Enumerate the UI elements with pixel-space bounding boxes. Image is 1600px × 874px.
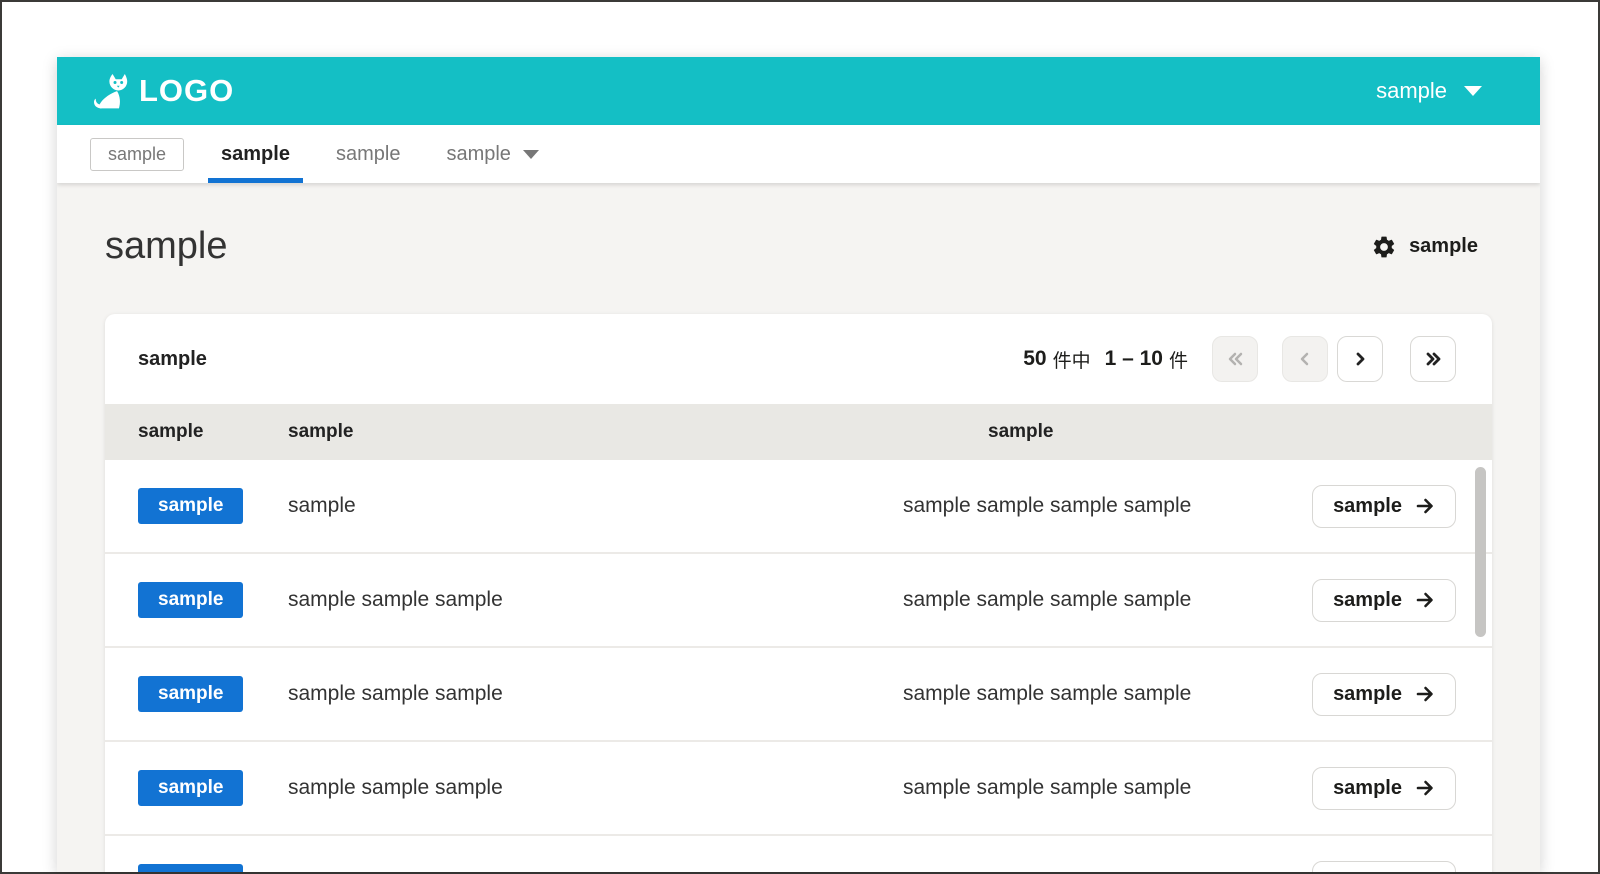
cat-icon [90,72,128,110]
name-cell: sample sample sample [288,776,503,799]
action-cell: sample [1312,766,1456,810]
arrow-right-icon [1415,778,1435,798]
action-cell: sample [1312,672,1456,716]
tab-1-active[interactable]: sample [208,125,303,183]
row-detail-label: sample [1333,871,1402,873]
description-cell: sample sample sample sample [903,682,1192,705]
chevrons-left-icon [1226,351,1245,367]
table-row: sample sample sample sample sample sampl… [105,554,1492,648]
status-badge: sample [138,582,244,618]
description-cell: sample sample sample sample [903,588,1192,611]
column-header-status: sample [138,421,204,442]
row-detail-button[interactable]: sample [1312,484,1456,528]
status-cell: sample [138,864,288,872]
pagination-total: 50 [1023,347,1047,370]
tab-3-label: sample [446,142,511,165]
status-cell: sample [138,676,288,712]
screenshot-frame: { "colors": { "brand_teal": "#14bfc5", "… [0,0,1600,874]
logo-text: LOGO [139,73,235,108]
chevrons-right-icon [1424,351,1443,367]
status-cell: sample [138,582,288,618]
chevron-right-icon [1352,351,1368,367]
name-cell: sample [288,494,356,517]
status-badge: sample [138,488,244,524]
page-content: sample sample sample 50 件中 1 – 10 件 samp… [57,183,1540,872]
user-menu[interactable]: sample [1376,78,1482,104]
arrow-right-icon [1415,590,1435,610]
description-cell: sample sample sample sample [903,776,1192,799]
name-cell: sample sample sample [288,870,903,872]
row-detail-button[interactable]: sample [1312,860,1456,873]
chevron-left-icon [1297,351,1313,367]
row-detail-button[interactable]: sample [1312,766,1456,810]
pagination-summary: 50 件中 1 – 10 件 [1023,346,1188,373]
action-cell: sample [1312,860,1456,873]
description-cell: sample sample sample sample [903,494,1192,517]
status-badge: sample [138,770,244,806]
status-badge: sample [138,676,244,712]
table-row: sample sample sample sample sample sampl… [105,460,1492,554]
name-cell: sample sample sample [288,588,503,611]
title-row: sample sample [105,225,1492,268]
logo[interactable]: LOGO [90,72,234,110]
next-page-button[interactable] [1337,336,1383,382]
prev-page-button[interactable] [1282,336,1328,382]
name-cell: sample sample sample [288,682,503,705]
pagination-total-unit: 件中 [1052,350,1091,372]
action-cell: sample [1312,484,1456,528]
tab-3-dropdown[interactable]: sample [433,125,551,183]
pagination-range-unit: 件 [1168,350,1188,372]
card-header: sample 50 件中 1 – 10 件 [105,314,1492,404]
caret-down-icon [1464,86,1482,96]
row-detail-label: sample [1333,588,1402,611]
table-header-row: sample sample sample [105,404,1492,460]
status-cell: sample [138,770,288,806]
pagination-range: 1 – 10 [1104,347,1163,370]
settings-link[interactable]: sample [1371,234,1478,260]
back-button[interactable]: sample [90,137,185,171]
last-page-button[interactable] [1410,336,1456,382]
row-detail-button[interactable]: sample [1312,578,1456,622]
app-window: LOGO sample sample sample sample sample … [57,57,1540,872]
caret-down-icon [522,149,539,159]
column-header-description: sample [988,421,1054,442]
table-row: sample sample sample sample sample sampl… [105,648,1492,742]
arrow-right-icon [1415,496,1435,516]
status-badge: sample [138,864,244,872]
table-row: sample sample sample sample sample sampl… [105,742,1492,836]
tab-bar: sample sample sample sample [57,125,1540,183]
first-page-button[interactable] [1212,336,1258,382]
user-menu-label: sample [1376,78,1447,103]
row-detail-button[interactable]: sample [1312,672,1456,716]
description-cell: sample sample sample sample [903,870,1293,872]
pagination: 50 件中 1 – 10 件 [1023,336,1456,382]
app-header: LOGO sample [57,57,1540,125]
action-cell: sample [1312,578,1456,622]
gear-icon [1371,234,1397,260]
page-title: sample [105,225,228,267]
row-detail-label: sample [1333,682,1402,705]
column-header-name: sample [288,421,354,442]
card-title: sample [138,347,207,370]
list-card: sample 50 件中 1 – 10 件 sample sample samp… [105,314,1492,872]
arrow-right-icon [1415,684,1435,704]
status-cell: sample [138,488,288,524]
table-body: sample sample sample sample sample sampl… [105,460,1492,872]
table-scrollbar-thumb[interactable] [1475,467,1486,637]
row-detail-label: sample [1333,776,1402,799]
settings-label: sample [1409,235,1478,257]
tab-2[interactable]: sample [323,125,413,183]
row-detail-label: sample [1333,494,1402,517]
table-row: sample sample sample sample sample sampl… [105,836,1492,872]
